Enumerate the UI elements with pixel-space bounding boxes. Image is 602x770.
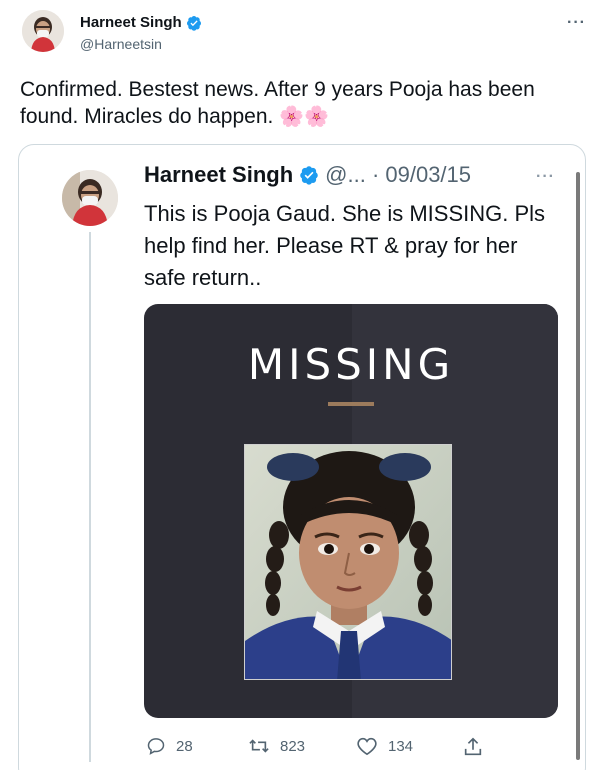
quoted-author-avatar[interactable] — [62, 170, 118, 226]
poster-title: MISSING — [247, 340, 455, 389]
thread-line — [89, 232, 91, 762]
quoted-tweet-text: This is Pooja Gaud. She is MISSING. Pls … — [144, 201, 546, 290]
tweet-text-body: Confirmed. Bestest news. After 9 years P… — [20, 78, 535, 128]
flower-emoji-icon: 🌸🌸 — [279, 106, 329, 128]
poster-divider — [328, 402, 374, 406]
share-icon — [464, 737, 482, 756]
missing-poster-image[interactable]: MISSING — [144, 304, 558, 718]
quoted-tweet-header: Harneet Singh @... · 09/03/15 — [144, 162, 471, 188]
author-name-text[interactable]: Harneet Singh — [80, 14, 182, 31]
reply-icon — [147, 738, 165, 755]
author-handle[interactable]: @Harneetsin — [80, 36, 162, 52]
more-horizontal-icon[interactable]: ··· — [536, 168, 555, 186]
verified-badge-icon — [186, 15, 201, 31]
retweet-count: 823 — [280, 737, 306, 755]
quoted-author-name[interactable]: Harneet Singh — [144, 162, 293, 188]
share-button[interactable] — [462, 736, 484, 758]
quoted-author-handle[interactable]: @... — [325, 162, 366, 187]
author-avatar[interactable] — [22, 10, 64, 52]
retweet-button[interactable]: 823 — [248, 736, 305, 756]
heart-icon — [357, 737, 377, 756]
more-horizontal-icon[interactable]: ··· — [567, 14, 586, 32]
author-name[interactable]: Harneet Singh — [80, 14, 202, 31]
tweet-text: Confirmed. Bestest news. After 9 years P… — [20, 76, 580, 131]
quoted-tweet-date[interactable]: · 09/03/15 — [372, 162, 471, 187]
child-photo — [244, 444, 452, 680]
verified-badge-icon — [300, 166, 318, 185]
retweet-icon — [249, 739, 269, 753]
like-count: 134 — [388, 737, 414, 755]
reply-button[interactable]: 28 — [146, 736, 193, 756]
like-button[interactable]: 134 — [356, 736, 413, 756]
scrollbar[interactable] — [576, 172, 580, 760]
reply-count: 28 — [176, 737, 193, 755]
